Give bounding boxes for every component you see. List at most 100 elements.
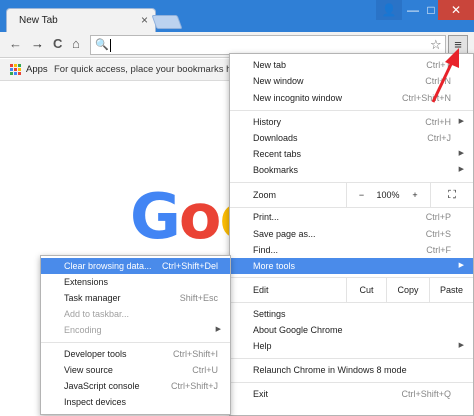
tab-new-tab[interactable]: New Tab × <box>6 8 156 32</box>
user-icon[interactable]: 👤 <box>376 0 402 20</box>
copy-button[interactable]: Copy <box>386 278 429 302</box>
submenu-item-javascript-console[interactable]: JavaScript console Ctrl+Shift+J <box>41 378 230 394</box>
menu-shortcut: Ctrl+Shift+I <box>172 349 218 359</box>
menu-shortcut: Ctrl+H <box>425 117 451 127</box>
edit-row: Edit Cut Copy Paste <box>230 278 473 302</box>
reload-icon[interactable]: C <box>53 36 62 51</box>
title-bar: New Tab × 👤 — □ ✕ <box>0 0 474 32</box>
submenu-item-clear-browsing-data[interactable]: Clear browsing data... Ctrl+Shift+Del <box>41 258 230 274</box>
submenu-item-view-source[interactable]: View source Ctrl+U <box>41 362 230 378</box>
menu-label: Task manager <box>64 293 121 303</box>
maximize-button[interactable]: □ <box>424 0 438 20</box>
menu-label: Inspect devices <box>64 397 127 407</box>
menu-item-bookmarks[interactable]: Bookmarks ▶ <box>230 162 473 178</box>
menu-label: Recent tabs <box>253 149 302 159</box>
text-cursor <box>110 39 111 52</box>
menu-item-history[interactable]: History Ctrl+H ▶ <box>230 114 473 130</box>
menu-shortcut: Ctrl+S <box>425 229 451 239</box>
menu-shortcut: Ctrl+Shift+Q <box>401 389 451 399</box>
menu-label: Save page as... <box>253 229 316 239</box>
fullscreen-icon[interactable]: ⛶ <box>430 183 473 207</box>
menu-label: View source <box>64 365 113 375</box>
menu-label: Clear browsing data... <box>64 261 152 271</box>
back-arrow-icon[interactable]: ← <box>9 36 22 51</box>
menu-divider <box>41 342 230 343</box>
menu-item-print[interactable]: Print... Ctrl+P <box>230 209 473 225</box>
close-tab-icon[interactable]: × <box>141 13 148 27</box>
bookmarks-prompt-text: For quick access, place your bookmarks h… <box>54 64 259 75</box>
apps-link[interactable]: Apps <box>26 64 48 75</box>
menu-divider <box>230 382 473 383</box>
close-window-button[interactable]: ✕ <box>438 0 474 20</box>
menu-label: Settings <box>253 309 286 319</box>
menu-divider <box>230 207 473 208</box>
search-icon: 🔍 <box>95 39 109 51</box>
zoom-row: Zoom − 100% + ⛶ <box>230 183 473 207</box>
submenu-arrow-icon: ▶ <box>458 150 464 157</box>
submenu-arrow-icon: ▶ <box>215 326 221 333</box>
tab-title: New Tab <box>19 15 58 26</box>
menu-item-help[interactable]: Help ▶ <box>230 338 473 354</box>
menu-item-more-tools[interactable]: More tools ▶ <box>230 258 473 274</box>
menu-shortcut: Ctrl+Shift+Del <box>161 261 218 271</box>
menu-divider <box>230 110 473 111</box>
menu-label: Print... <box>253 212 280 222</box>
edit-label: Edit <box>253 285 269 295</box>
submenu-item-encoding: Encoding ▶ <box>41 322 230 338</box>
submenu-item-task-manager[interactable]: Task manager Shift+Esc <box>41 290 230 306</box>
menu-shortcut: Ctrl+P <box>425 212 451 222</box>
chrome-menu: New tab Ctrl+T New window Ctrl+N New inc… <box>229 53 474 416</box>
menu-label: New incognito window <box>253 93 343 103</box>
logo-letter: G <box>130 180 181 253</box>
menu-divider <box>230 302 473 303</box>
menu-item-settings[interactable]: Settings <box>230 306 473 322</box>
new-tab-button[interactable] <box>151 15 183 29</box>
submenu-arrow-icon: ▶ <box>458 262 464 269</box>
submenu-item-developer-tools[interactable]: Developer tools Ctrl+Shift+I <box>41 346 230 362</box>
address-bar[interactable]: 🔍 ☆ <box>90 35 446 55</box>
submenu-arrow-icon: ▶ <box>458 118 464 125</box>
menu-item-exit[interactable]: Exit Ctrl+Shift+Q <box>230 386 473 402</box>
cut-button[interactable]: Cut <box>346 278 386 302</box>
menu-item-downloads[interactable]: Downloads Ctrl+J <box>230 130 473 146</box>
menu-label: Help <box>253 341 272 351</box>
menu-label: About Google Chrome <box>253 325 343 335</box>
menu-label: More tools <box>253 261 296 271</box>
menu-label: Exit <box>253 389 269 399</box>
menu-item-about[interactable]: About Google Chrome <box>230 322 473 338</box>
submenu-arrow-icon: ▶ <box>458 342 464 349</box>
menu-label: History <box>253 117 282 127</box>
menu-label: Extensions <box>64 277 109 287</box>
submenu-item-inspect-devices[interactable]: Inspect devices <box>41 394 230 410</box>
submenu-item-extensions[interactable]: Extensions <box>41 274 230 290</box>
red-pointer-arrow-icon <box>431 48 459 103</box>
menu-label: New window <box>253 76 304 86</box>
logo-letter: o <box>178 180 222 253</box>
more-tools-submenu: Clear browsing data... Ctrl+Shift+Del Ex… <box>40 255 231 415</box>
menu-label: New tab <box>253 60 287 70</box>
menu-shortcut: Shift+Esc <box>179 293 218 303</box>
menu-label: Developer tools <box>64 349 127 359</box>
menu-label: Encoding <box>64 325 102 335</box>
menu-shortcut: Ctrl+J <box>427 133 451 143</box>
minimize-button[interactable]: — <box>402 0 424 20</box>
zoom-out-button[interactable]: − <box>346 183 376 207</box>
menu-label: Find... <box>253 245 279 255</box>
menu-item-save-page[interactable]: Save page as... Ctrl+S <box>230 226 473 242</box>
forward-arrow-icon[interactable]: → <box>31 36 44 51</box>
menu-label: Bookmarks <box>253 165 299 175</box>
menu-label: JavaScript console <box>64 381 140 391</box>
apps-grid-icon[interactable] <box>10 64 21 75</box>
menu-item-find[interactable]: Find... Ctrl+F <box>230 242 473 258</box>
zoom-label: Zoom <box>253 190 277 200</box>
menu-item-recent-tabs[interactable]: Recent tabs ▶ <box>230 146 473 162</box>
zoom-level-value: 100% <box>376 190 400 200</box>
paste-button[interactable]: Paste <box>429 278 473 302</box>
menu-shortcut: Ctrl+U <box>192 365 218 375</box>
menu-item-relaunch[interactable]: Relaunch Chrome in Windows 8 mode <box>230 362 473 378</box>
home-icon[interactable]: ⌂ <box>72 36 80 51</box>
menu-divider <box>230 358 473 359</box>
submenu-item-add-to-taskbar: Add to taskbar... <box>41 306 230 322</box>
zoom-in-button[interactable]: + <box>400 183 430 207</box>
menu-shortcut: Ctrl+Shift+J <box>170 381 218 391</box>
